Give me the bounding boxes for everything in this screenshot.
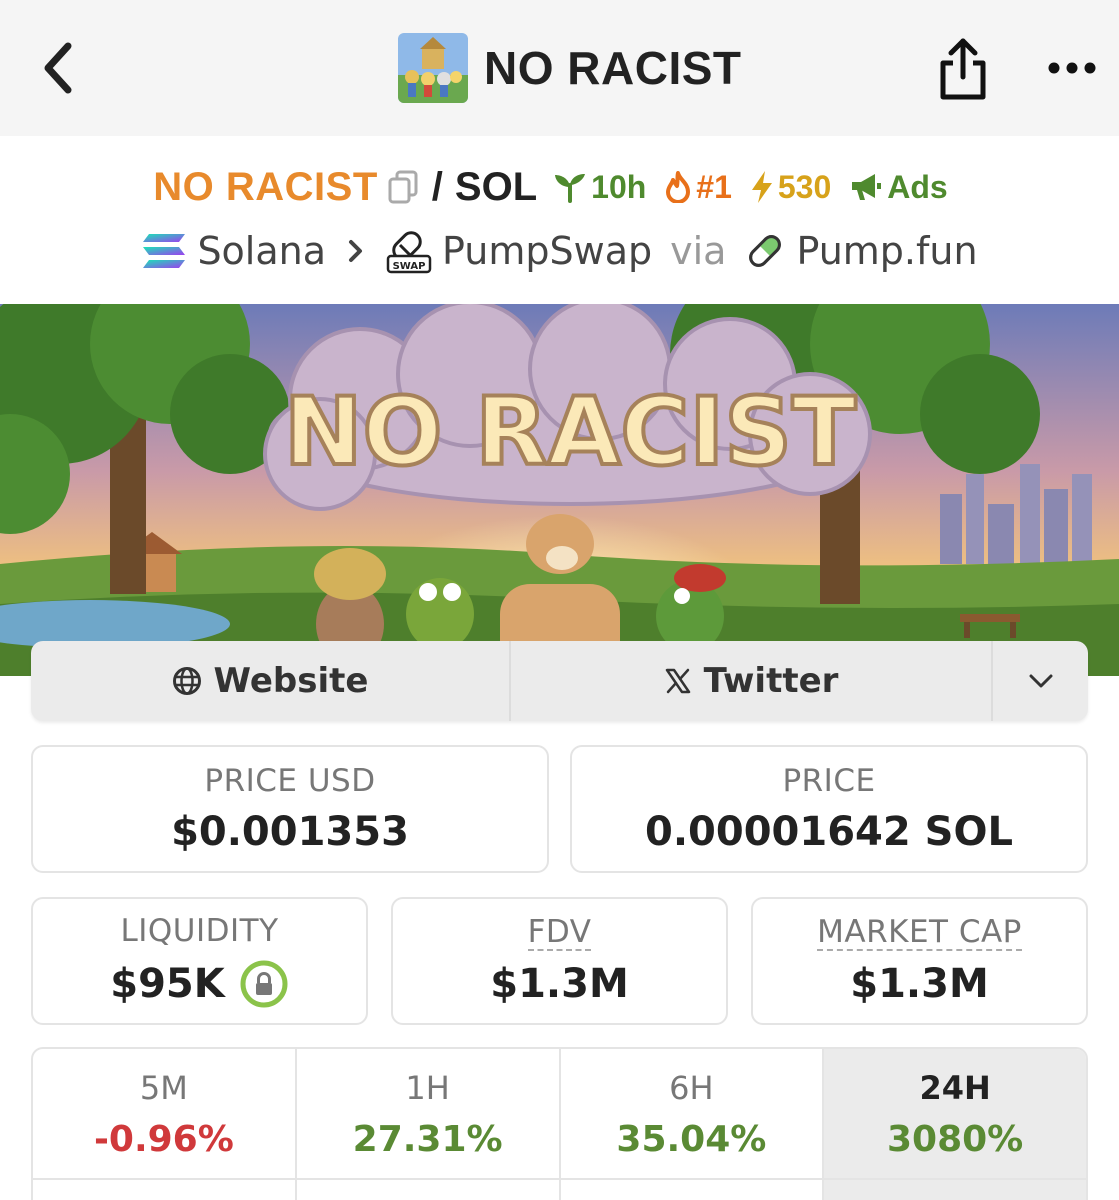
token-banner-image: NO RACIST — [0, 304, 1119, 676]
liquidity-value: $95K — [110, 961, 225, 1007]
change-value: 27.31% — [352, 1119, 503, 1160]
pumpswap-icon: SWAP — [386, 231, 432, 274]
market-cap-label: MARKET CAP — [817, 913, 1022, 952]
twitter-label: Twitter — [703, 661, 839, 701]
base-token-name: NO RACIST — [153, 164, 378, 209]
globe-icon — [172, 667, 201, 695]
change-value: -0.96% — [93, 1119, 234, 1160]
dex-name: PumpSwap — [442, 229, 653, 273]
launchpad-name: Pump.fun — [796, 229, 978, 273]
fdv-label: FDV — [527, 913, 592, 952]
tab-label: 5M — [139, 1069, 188, 1107]
trending-rank-value: #1 — [696, 168, 732, 205]
boosts-value: 530 — [777, 168, 832, 205]
tab-label: 1H — [405, 1069, 450, 1107]
liquidity-card: LIQUIDITY $95K — [31, 897, 368, 1025]
price-usd-label: PRICE USD — [204, 763, 376, 799]
website-label: Website — [213, 661, 369, 701]
fdv-value: $1.3M — [490, 961, 629, 1008]
seedling-icon — [555, 174, 586, 203]
dex-badge-text: SWAP — [393, 261, 426, 272]
chevron-left-icon — [44, 42, 72, 94]
age-badge: 10h — [553, 169, 646, 206]
tab-label: 24H — [919, 1069, 991, 1107]
more-links-dropdown[interactable] — [993, 641, 1088, 721]
quote-token-name: SOL — [454, 164, 538, 209]
share-icon — [940, 38, 986, 100]
price-native-value: 0.00001642 SOL — [645, 809, 1013, 855]
price-usd-card: PRICE USD $0.001353 — [31, 745, 549, 873]
token-thumbnail — [398, 33, 468, 103]
ads-label: Ads — [887, 168, 948, 205]
tabs-divider — [31, 1178, 1088, 1180]
network-link[interactable]: Solana — [141, 229, 326, 273]
ads-badge[interactable]: Ads — [849, 168, 948, 206]
x-logo-icon — [665, 668, 690, 694]
pair-separator: / — [431, 164, 443, 209]
lock-icon[interactable] — [239, 959, 289, 1009]
pair-header: NO RACIST / SOL 10h #1 530 Ads — [0, 160, 1119, 214]
liquidity-label: LIQUIDITY — [120, 913, 279, 949]
top-navigation-bar: NO RACIST — [0, 0, 1119, 136]
back-button[interactable] — [30, 38, 86, 98]
twitter-button[interactable]: Twitter — [511, 641, 993, 721]
pill-icon — [749, 235, 782, 267]
share-button[interactable] — [930, 34, 996, 104]
chevron-right-icon — [348, 231, 364, 272]
price-usd-value: $0.001353 — [171, 809, 409, 855]
price-native-label: PRICE — [782, 763, 876, 799]
market-cap-card[interactable]: MARKET CAP $1.3M — [751, 897, 1088, 1025]
chain-info: Solana SWAP PumpSwap via Pump.fun — [0, 224, 1119, 278]
via-label: via — [670, 229, 727, 273]
social-links-bar: Website Twitter — [31, 641, 1088, 721]
nav-title: NO RACIST — [484, 42, 742, 94]
more-horizontal-icon — [1048, 62, 1096, 74]
fdv-card[interactable]: FDV $1.3M — [391, 897, 728, 1025]
solana-icon — [143, 234, 186, 268]
flame-icon — [666, 171, 691, 203]
megaphone-icon — [852, 174, 882, 200]
dex-link[interactable]: SWAP PumpSwap — [386, 228, 652, 274]
change-value: 35.04% — [616, 1119, 767, 1160]
lightning-icon — [751, 171, 772, 203]
trending-rank-badge[interactable]: #1 — [664, 169, 732, 206]
website-button[interactable]: Website — [31, 641, 511, 721]
chevron-down-icon — [1029, 674, 1052, 688]
banner-text: NO RACIST — [284, 378, 856, 487]
nav-title-group: NO RACIST — [398, 33, 742, 103]
boosts-badge[interactable]: 530 — [750, 169, 831, 206]
network-name: Solana — [197, 229, 327, 273]
market-cap-value: $1.3M — [850, 961, 989, 1008]
copy-icon[interactable] — [388, 170, 418, 204]
launchpad-link[interactable]: Pump.fun — [744, 229, 978, 273]
tab-label: 6H — [669, 1069, 714, 1107]
more-options-button[interactable] — [1040, 46, 1104, 90]
liquidity-value-row: $95K — [110, 959, 289, 1009]
change-value: 3080% — [886, 1119, 1024, 1160]
age-value: 10h — [591, 168, 647, 205]
price-native-card: PRICE 0.00001642 SOL — [570, 745, 1088, 873]
